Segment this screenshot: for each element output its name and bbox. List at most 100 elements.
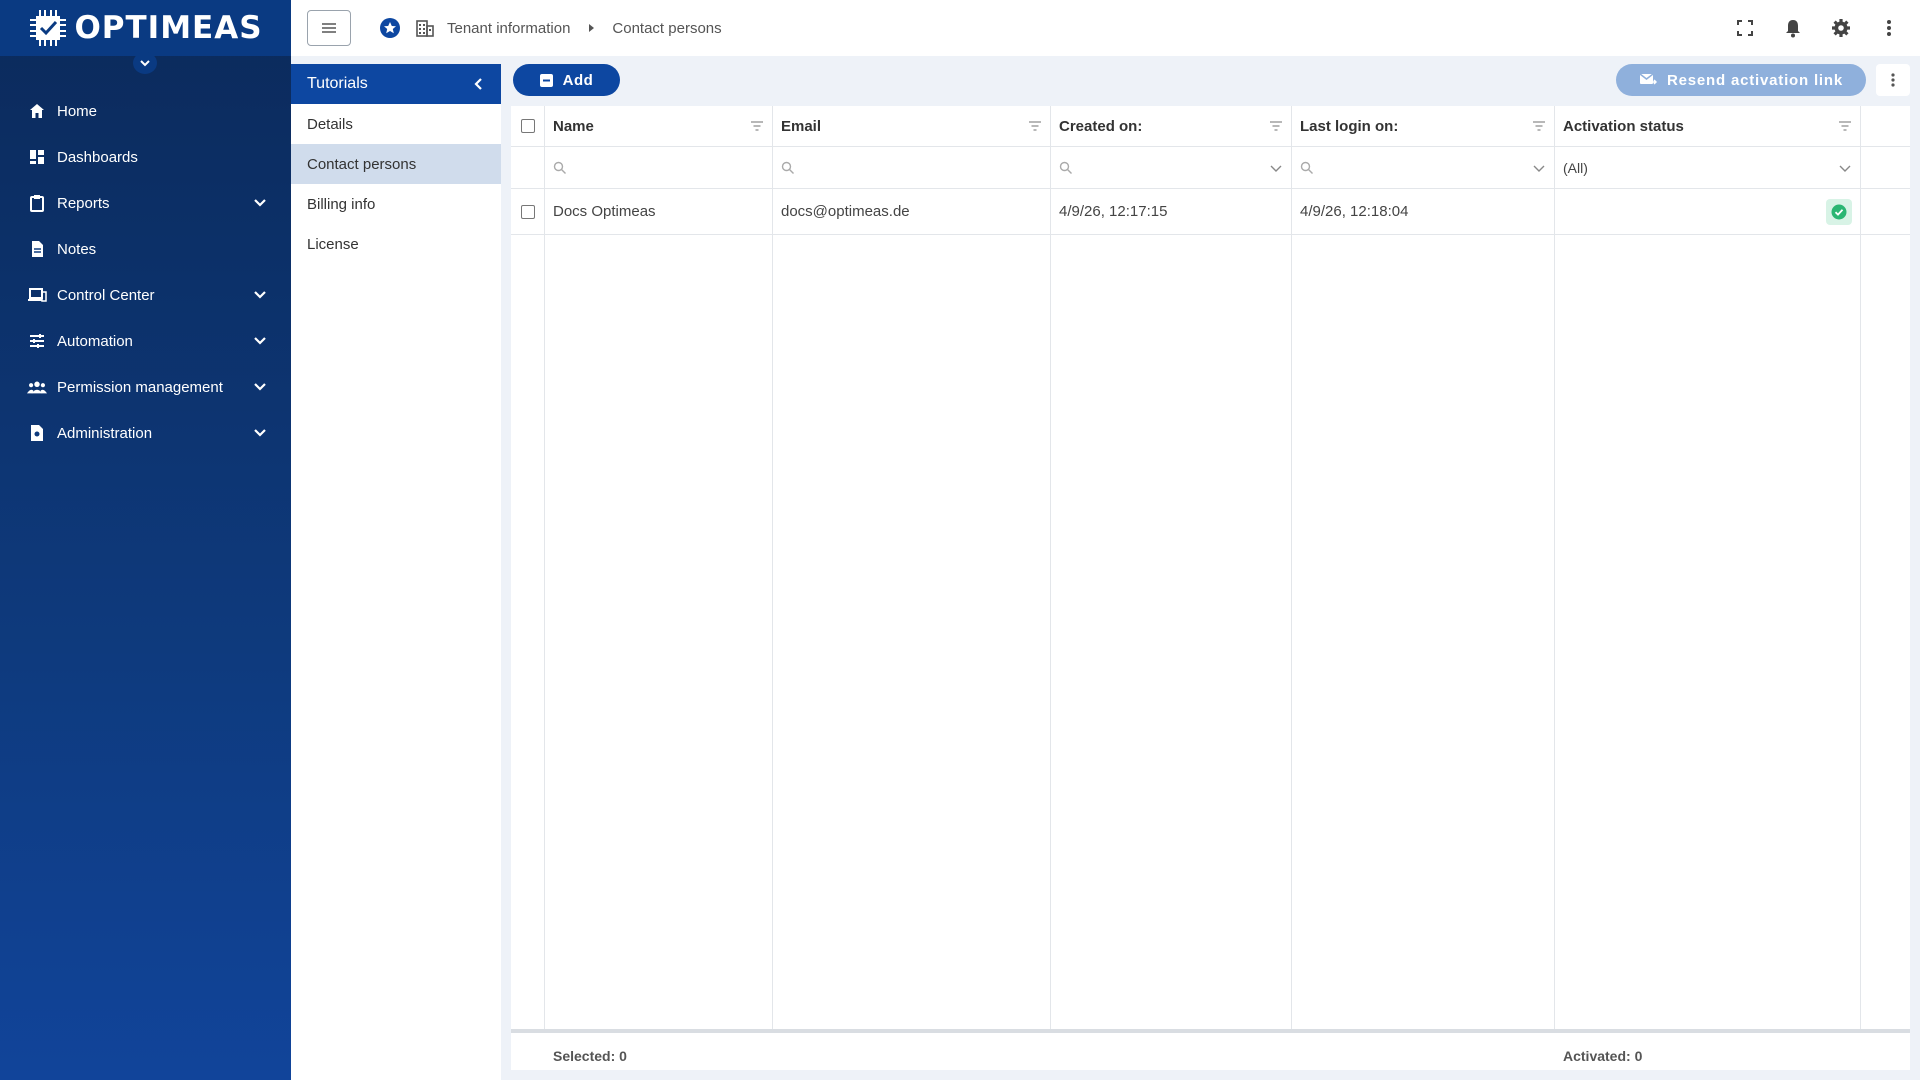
sidebar: OPTIMEAS Home Dashboards Reports Notes C… bbox=[0, 0, 291, 1080]
top-right-actions bbox=[1734, 17, 1900, 39]
chevron-down-icon bbox=[254, 291, 266, 299]
search-icon bbox=[1300, 161, 1313, 174]
favorite-star-icon[interactable] bbox=[379, 17, 401, 39]
chevron-down-icon[interactable] bbox=[1838, 161, 1852, 175]
sidebar-item-label: Reports bbox=[57, 194, 110, 212]
empty-column bbox=[1292, 235, 1555, 1029]
fullscreen-icon[interactable] bbox=[1734, 17, 1756, 39]
column-title: Email bbox=[781, 117, 822, 135]
created-on-filter-input[interactable] bbox=[1051, 147, 1292, 188]
submenu-item-license[interactable]: License bbox=[291, 224, 501, 264]
filter-row: (All) bbox=[511, 147, 1910, 189]
sidebar-item-automation[interactable]: Automation bbox=[0, 318, 291, 364]
submenu-item-billing-info[interactable]: Billing info bbox=[291, 184, 501, 224]
home-icon bbox=[27, 101, 47, 121]
empty-column bbox=[545, 235, 773, 1029]
cell-last-login: 4/9/26, 12:18:04 bbox=[1292, 189, 1555, 234]
sidebar-item-reports[interactable]: Reports bbox=[0, 180, 291, 226]
column-header-created-on[interactable]: Created on: bbox=[1051, 106, 1292, 146]
empty-column bbox=[511, 235, 545, 1029]
sidebar-item-label: Dashboards bbox=[57, 148, 138, 166]
submenu-header: Tutorials bbox=[291, 64, 501, 104]
contact-persons-grid: Name Email Created on: Last login on: Ac… bbox=[511, 106, 1910, 1070]
sidebar-nav: Home Dashboards Reports Notes Control Ce… bbox=[0, 88, 291, 456]
column-header-name[interactable]: Name bbox=[545, 106, 773, 146]
cell-email: docs@optimeas.de bbox=[773, 189, 1051, 234]
filter-spacer bbox=[511, 147, 545, 188]
sidebar-item-administration[interactable]: Administration bbox=[0, 410, 291, 456]
document-icon bbox=[27, 239, 47, 259]
clipboard-icon bbox=[27, 193, 47, 213]
filter-icon[interactable] bbox=[1028, 119, 1042, 133]
logo[interactable]: OPTIMEAS bbox=[0, 0, 291, 56]
sidebar-item-permission-management[interactable]: Permission management bbox=[0, 364, 291, 410]
sidebar-item-label: Administration bbox=[57, 424, 153, 442]
bell-icon[interactable] bbox=[1782, 17, 1804, 39]
more-vertical-icon[interactable] bbox=[1878, 17, 1900, 39]
row-checkbox[interactable] bbox=[520, 204, 535, 219]
filter-icon[interactable] bbox=[750, 119, 764, 133]
row-spacer bbox=[1861, 189, 1910, 234]
activated-badge bbox=[1826, 198, 1852, 225]
column-header-activation-status[interactable]: Activation status bbox=[1555, 106, 1861, 146]
email-filter-input[interactable] bbox=[773, 147, 1051, 188]
submenu-item-contact-persons[interactable]: Contact persons bbox=[291, 144, 501, 184]
chevron-down-icon[interactable] bbox=[1532, 161, 1546, 175]
column-header-email[interactable]: Email bbox=[773, 106, 1051, 146]
table-row[interactable]: Docs Optimeas docs@optimeas.de 4/9/26, 1… bbox=[511, 189, 1910, 235]
gear-icon[interactable] bbox=[1830, 17, 1852, 39]
chevron-down-icon bbox=[140, 60, 150, 67]
sidebar-item-dashboards[interactable]: Dashboards bbox=[0, 134, 291, 180]
sidebar-item-control-center[interactable]: Control Center bbox=[0, 272, 291, 318]
sidebar-item-label: Notes bbox=[57, 240, 97, 258]
grid-footer: Selected: 0 Activated: 0 bbox=[511, 1033, 1910, 1079]
column-header-last-login[interactable]: Last login on: bbox=[1292, 106, 1555, 146]
empty-grid-area bbox=[511, 235, 1910, 1029]
cell-created-on: 4/9/26, 12:17:15 bbox=[1051, 189, 1292, 234]
chip-logo-icon bbox=[30, 10, 67, 46]
filter-icon[interactable] bbox=[1532, 119, 1546, 133]
sidebar-item-home[interactable]: Home bbox=[0, 88, 291, 134]
tenant-submenu: Tutorials Details Contact persons Billin… bbox=[291, 64, 501, 1080]
name-filter-input[interactable] bbox=[545, 147, 773, 188]
empty-column bbox=[1555, 235, 1861, 1029]
sidebar-item-label: Permission management bbox=[57, 378, 223, 396]
resend-activation-button[interactable]: Resend activation link bbox=[1616, 64, 1866, 96]
breadcrumb-current: Contact persons bbox=[612, 19, 722, 37]
chevron-down-icon bbox=[254, 429, 266, 437]
column-title: Name bbox=[553, 117, 594, 135]
grid-more-button[interactable] bbox=[1876, 64, 1910, 96]
last-login-filter-input[interactable] bbox=[1292, 147, 1555, 188]
filter-icon[interactable] bbox=[1838, 119, 1852, 133]
people-icon bbox=[27, 377, 47, 397]
add-button[interactable]: Add bbox=[513, 64, 620, 96]
chevron-down-icon bbox=[254, 199, 266, 207]
building-icon bbox=[416, 20, 434, 37]
filter-icon[interactable] bbox=[1269, 119, 1283, 133]
column-title: Activation status bbox=[1563, 117, 1684, 135]
admin-document-icon bbox=[27, 423, 47, 443]
sidebar-item-label: Control Center bbox=[57, 286, 155, 304]
submenu-item-details[interactable]: Details bbox=[291, 104, 501, 144]
submenu-title: Tutorials bbox=[307, 75, 368, 92]
menu-toggle-button[interactable] bbox=[307, 10, 351, 46]
chevron-down-icon[interactable] bbox=[1269, 161, 1283, 175]
grid-toolbar: Add Resend activation link bbox=[513, 64, 1910, 98]
brand-name: OPTIMEAS bbox=[74, 10, 263, 46]
chevron-left-icon[interactable] bbox=[473, 77, 485, 91]
logo-toggle-button[interactable] bbox=[133, 52, 157, 74]
resend-button-label: Resend activation link bbox=[1667, 71, 1843, 89]
hamburger-icon bbox=[322, 23, 336, 33]
select-all-checkbox[interactable] bbox=[520, 119, 535, 133]
top-bar: Tenant information Contact persons bbox=[291, 0, 1920, 56]
sidebar-item-label: Home bbox=[57, 102, 98, 120]
breadcrumb-parent[interactable]: Tenant information bbox=[447, 20, 570, 37]
activation-filter-value: (All) bbox=[1563, 159, 1588, 176]
cell-activation-status bbox=[1555, 189, 1861, 234]
sidebar-item-label: Automation bbox=[57, 332, 133, 350]
sidebar-item-notes[interactable]: Notes bbox=[0, 226, 291, 272]
search-icon bbox=[1059, 161, 1072, 174]
filter-spacer bbox=[1861, 147, 1910, 188]
header-row: Name Email Created on: Last login on: Ac… bbox=[511, 106, 1910, 147]
activation-status-filter-select[interactable]: (All) bbox=[1555, 147, 1861, 188]
